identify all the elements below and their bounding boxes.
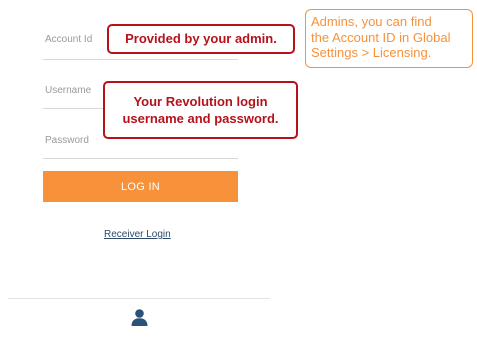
user-icon[interactable]	[130, 308, 149, 327]
receiver-login-link[interactable]: Receiver Login	[104, 229, 171, 240]
footer-divider	[8, 298, 270, 299]
admin-provided-callout: Provided by your admin.	[107, 24, 295, 54]
login-credentials-callout: Your Revolution login username and passw…	[103, 81, 298, 139]
licensing-note-callout: Admins, you can find the Account ID in G…	[305, 9, 473, 68]
login-button[interactable]: LOG IN	[43, 171, 238, 202]
